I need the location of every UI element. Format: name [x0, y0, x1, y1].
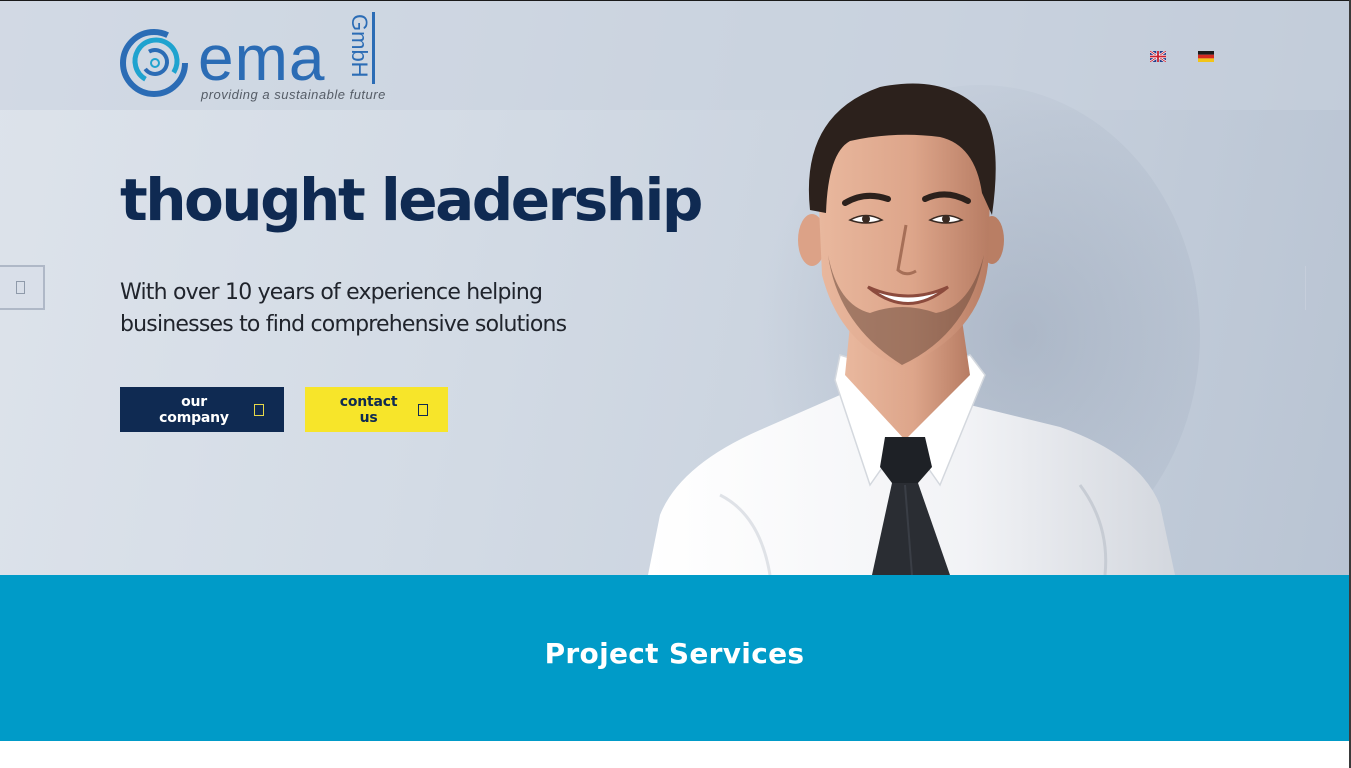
contact-us-label: contact us: [339, 393, 398, 426]
germany-flag-icon[interactable]: [1198, 51, 1214, 62]
logo-suffix: GmbH: [347, 14, 372, 78]
hero-slider: ema GmbH providing a sustainable future: [0, 0, 1349, 575]
top-border: [0, 0, 1351, 1]
contact-us-button[interactable]: contact us: [305, 387, 448, 432]
uk-flag-icon[interactable]: [1150, 51, 1166, 62]
project-services-title: Project Services: [544, 637, 805, 670]
logo-swirl-icon: [120, 29, 188, 97]
arrow-icon: [418, 403, 428, 416]
slider-prev-button[interactable]: [0, 265, 45, 310]
hero-person-image: [648, 83, 1200, 575]
logo-wordmark: ema: [198, 22, 326, 94]
arrow-icon: [254, 403, 264, 416]
logo-divider: [372, 12, 375, 84]
logo-tagline: providing a sustainable future: [201, 87, 386, 102]
chevron-left-icon: [16, 281, 25, 294]
our-company-label: our company: [159, 393, 229, 426]
site-logo[interactable]: ema GmbH providing a sustainable future: [118, 12, 388, 104]
hero-subtitle: With over 10 years of experience helping…: [120, 280, 567, 337]
project-services-section: Project Services: [0, 575, 1349, 741]
slider-next-button[interactable]: [1305, 266, 1349, 310]
hero-title: thought leadership: [120, 166, 703, 234]
our-company-button[interactable]: our company: [120, 387, 284, 432]
